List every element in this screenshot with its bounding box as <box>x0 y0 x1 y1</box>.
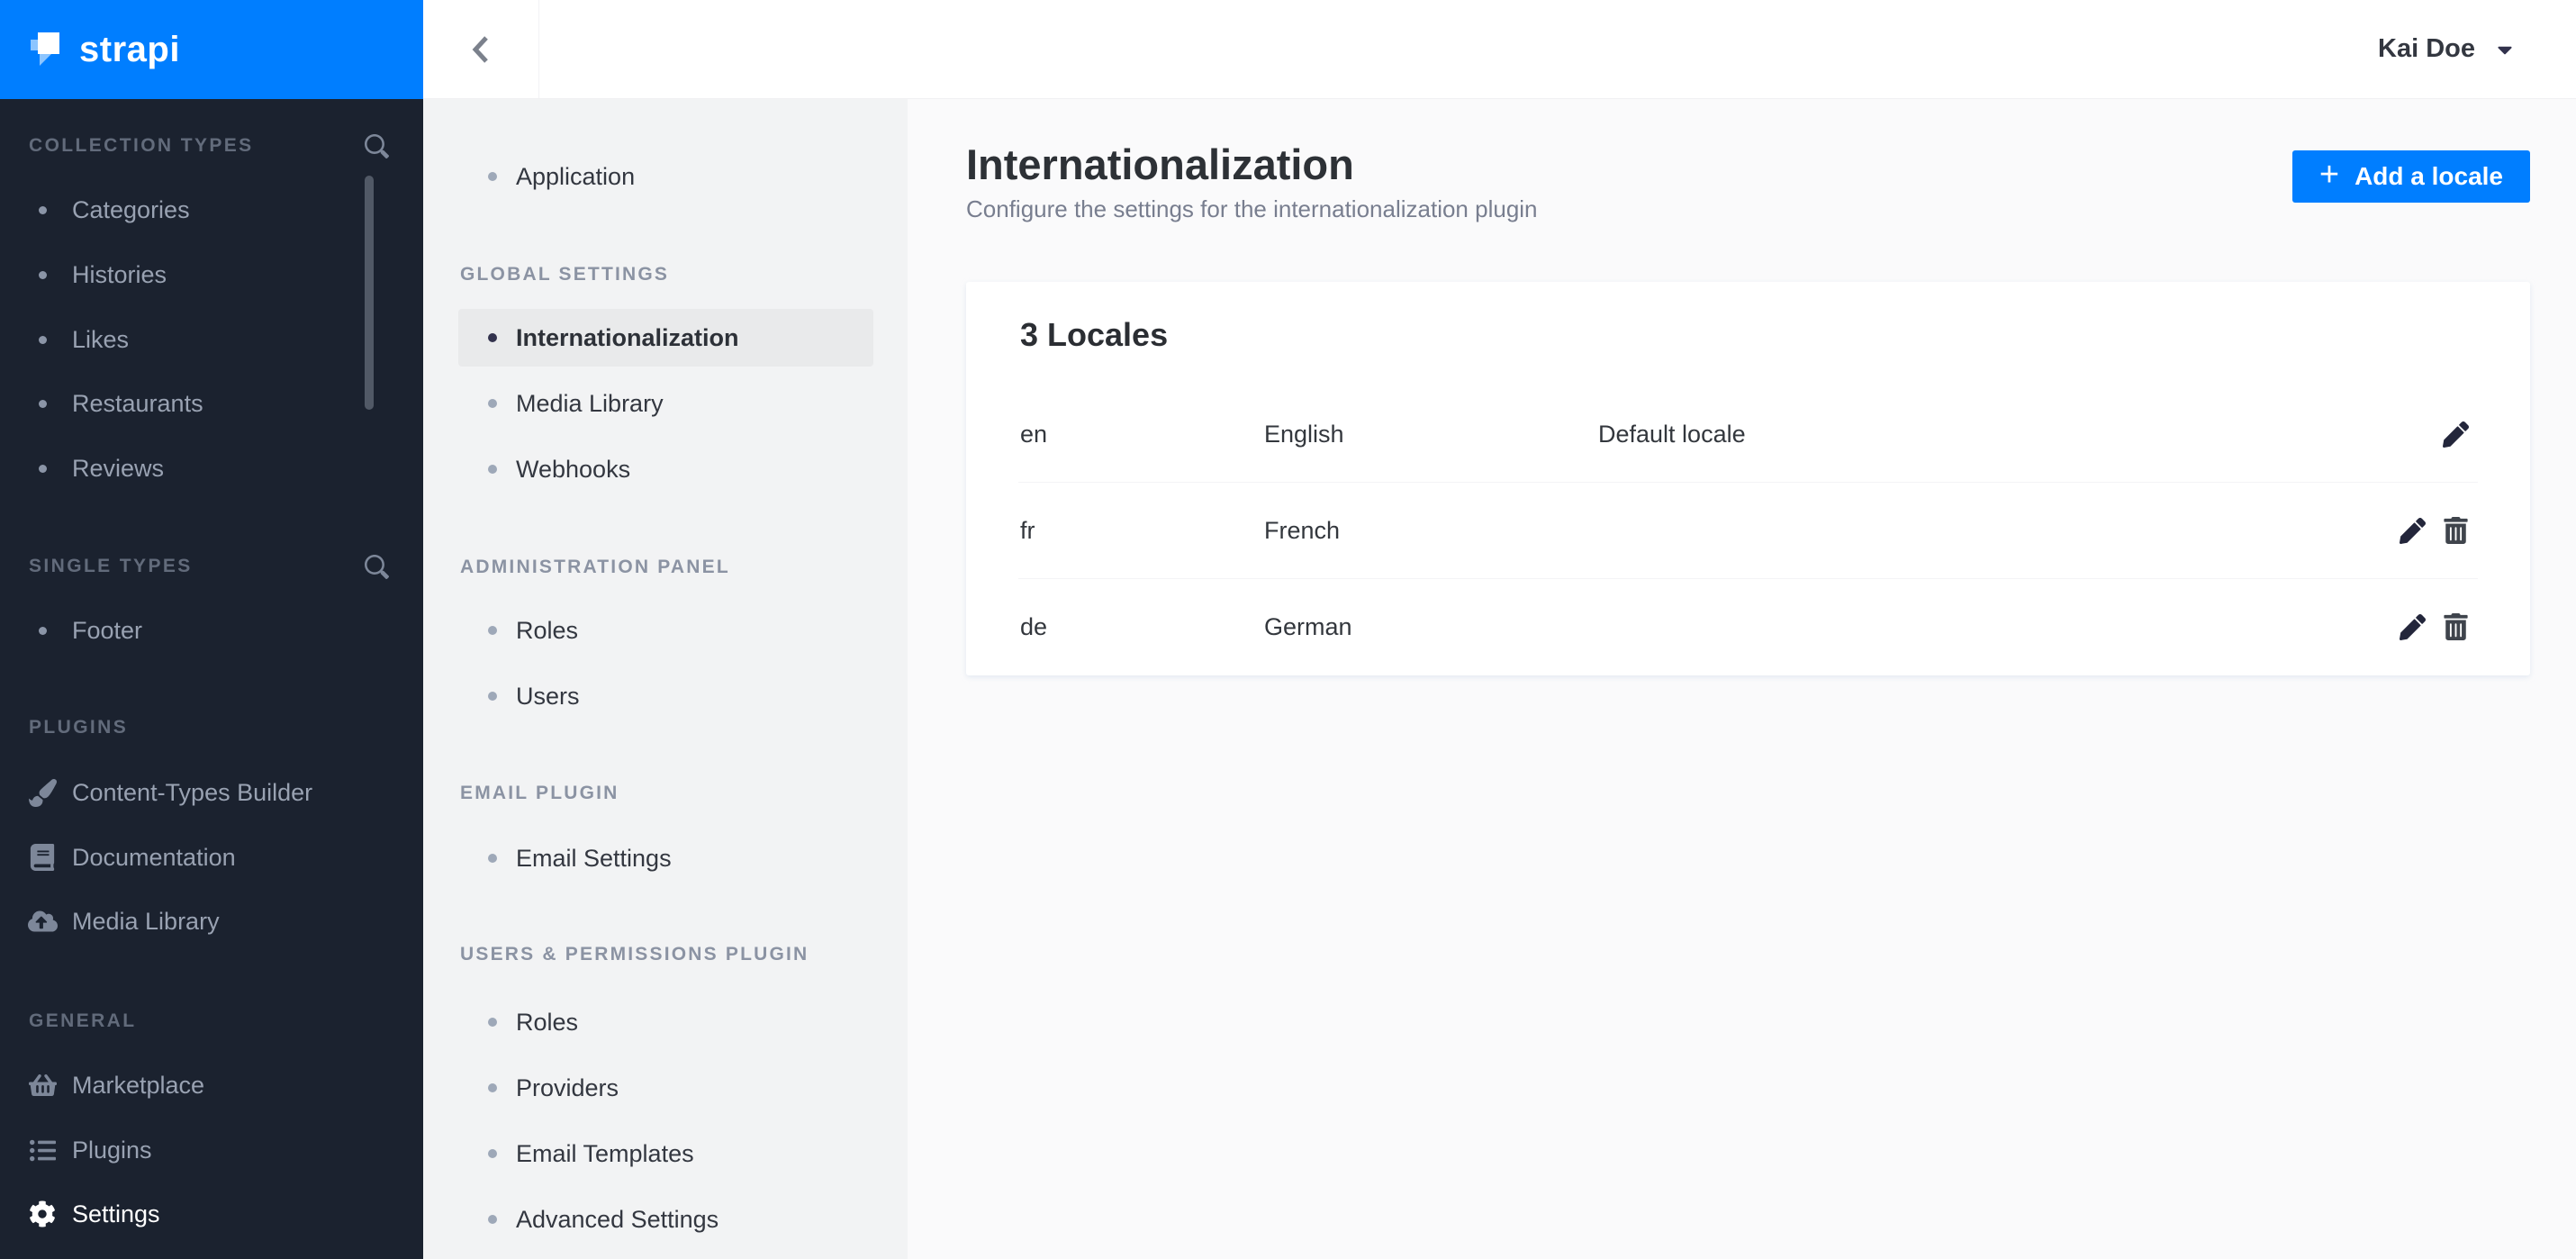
settings-header-users-permissions-plugin: USERS & PERMISSIONS PLUGIN <box>460 944 809 965</box>
bullet-icon <box>488 465 497 474</box>
bullet-icon <box>488 333 497 342</box>
edit-locale-button[interactable] <box>2397 515 2427 546</box>
settings-item-admin-users[interactable]: Users <box>458 667 873 725</box>
trash-icon <box>2444 613 2468 640</box>
sidebar-scrollbar-thumb[interactable] <box>365 176 374 410</box>
settings-header-administration-panel: ADMINISTRATION PANEL <box>460 557 730 577</box>
bullet-icon <box>488 854 497 863</box>
back-button[interactable] <box>423 0 539 98</box>
sidebar-item-categories[interactable]: Categories <box>0 177 423 242</box>
sidebar-item-reviews[interactable]: Reviews <box>0 436 423 501</box>
user-name: Kai Doe <box>2378 34 2475 63</box>
locales-table: en English Default locale fr French de G… <box>966 386 2530 675</box>
cloud-upload-icon <box>27 909 58 934</box>
bullet-icon <box>488 1215 497 1224</box>
section-header-collection-types: COLLECTION TYPES <box>29 132 389 159</box>
pencil-icon <box>2400 518 2426 544</box>
settings-item-internationalization[interactable]: Internationalization <box>458 309 873 367</box>
section-header-single-types: SINGLE TYPES <box>29 553 389 580</box>
bullet-icon <box>488 692 497 701</box>
sidebar-item-likes[interactable]: Likes <box>0 307 423 372</box>
locale-name: German <box>1264 612 1352 640</box>
locale-name: English <box>1264 420 1344 448</box>
settings-item-application[interactable]: Application <box>458 148 873 205</box>
delete-locale-button[interactable] <box>2440 515 2471 546</box>
locale-default-badge: Default locale <box>1598 420 1746 448</box>
basket-icon <box>27 1073 58 1098</box>
settings-header-global-settings: GLOBAL SETTINGS <box>460 264 670 285</box>
strapi-logo[interactable]: strapi <box>0 0 423 99</box>
book-icon <box>27 844 58 871</box>
search-icon[interactable] <box>365 134 389 159</box>
locales-card: 3 Locales en English Default locale fr F… <box>966 282 2530 675</box>
bullet-icon <box>27 626 58 635</box>
locale-name: French <box>1264 516 1341 544</box>
bullet-icon <box>488 399 497 408</box>
settings-item-advanced-settings[interactable]: Advanced Settings <box>458 1191 873 1248</box>
bullet-icon <box>488 626 497 635</box>
bullet-icon <box>27 335 58 344</box>
settings-item-email-templates[interactable]: Email Templates <box>458 1125 873 1182</box>
strapi-logo-icon <box>27 28 67 71</box>
settings-item-admin-roles[interactable]: Roles <box>458 602 873 659</box>
sidebar-item-histories[interactable]: Histories <box>0 242 423 307</box>
settings-item-up-roles[interactable]: Roles <box>458 993 873 1051</box>
gear-icon <box>27 1200 58 1227</box>
bullet-icon <box>488 1083 497 1092</box>
sidebar-item-marketplace[interactable]: Marketplace <box>0 1053 423 1118</box>
strapi-admin-app: strapi COLLECTION TYPES Categories Histo… <box>0 0 2576 1259</box>
settings-sidebar: Application GLOBAL SETTINGS Internationa… <box>423 99 908 1259</box>
bullet-icon <box>488 1149 497 1158</box>
bullet-icon <box>27 399 58 408</box>
settings-item-webhooks[interactable]: Webhooks <box>458 440 873 498</box>
bullet-icon <box>27 205 58 214</box>
locale-row-en[interactable]: en English Default locale <box>966 386 2530 482</box>
sidebar-item-media-library[interactable]: Media Library <box>0 889 423 954</box>
user-menu[interactable]: Kai Doe <box>2378 0 2513 98</box>
locale-row-fr[interactable]: fr French <box>966 483 2530 578</box>
add-locale-button[interactable]: + Add a locale <box>2291 150 2530 203</box>
delete-locale-button[interactable] <box>2440 611 2471 642</box>
sidebar-item-footer[interactable]: Footer <box>0 598 423 663</box>
bullet-icon <box>488 172 497 181</box>
edit-locale-button[interactable] <box>2397 611 2427 642</box>
pencil-icon <box>2443 421 2469 448</box>
brand-name: strapi <box>79 29 180 69</box>
section-header-general: GENERAL <box>29 1010 137 1031</box>
bullet-icon <box>27 270 58 279</box>
main-sidebar: strapi COLLECTION TYPES Categories Histo… <box>0 0 423 1259</box>
plus-icon: + <box>2318 156 2340 194</box>
page-header: Internationalization Configure the setti… <box>966 139 1538 223</box>
topbar: Kai Doe <box>423 0 2576 99</box>
locale-code: en <box>1020 420 1048 448</box>
trash-icon <box>2444 517 2468 544</box>
list-icon <box>27 1137 58 1164</box>
locale-code: de <box>1020 612 1048 640</box>
settings-item-email-settings[interactable]: Email Settings <box>458 829 873 887</box>
bullet-icon <box>27 464 58 473</box>
sidebar-item-documentation[interactable]: Documentation <box>0 825 423 890</box>
locale-code: fr <box>1020 516 1035 544</box>
sidebar-item-plugins[interactable]: Plugins <box>0 1118 423 1182</box>
edit-locale-button[interactable] <box>2440 419 2471 449</box>
page-title: Internationalization <box>966 140 1354 188</box>
sidebar-item-content-types-builder[interactable]: Content-Types Builder <box>0 760 423 825</box>
locale-row-de[interactable]: de German <box>966 579 2530 675</box>
bullet-icon <box>488 1018 497 1027</box>
page-subtitle: Configure the settings for the internati… <box>966 195 1538 222</box>
caret-down-icon <box>2497 38 2513 61</box>
section-header-plugins: PLUGINS <box>29 717 129 738</box>
sidebar-item-settings[interactable]: Settings <box>0 1182 423 1246</box>
locales-card-title: 3 Locales <box>1020 316 1169 353</box>
sidebar-item-restaurants[interactable]: Restaurants <box>0 371 423 436</box>
paintbrush-icon <box>27 779 58 807</box>
main-content: Internationalization Configure the setti… <box>908 99 2576 1259</box>
settings-item-media-library[interactable]: Media Library <box>458 375 873 432</box>
settings-item-providers[interactable]: Providers <box>458 1059 873 1117</box>
settings-header-email-plugin: EMAIL PLUGIN <box>460 783 619 803</box>
chevron-left-icon <box>470 35 492 64</box>
pencil-icon <box>2400 614 2426 640</box>
search-icon[interactable] <box>365 555 389 579</box>
